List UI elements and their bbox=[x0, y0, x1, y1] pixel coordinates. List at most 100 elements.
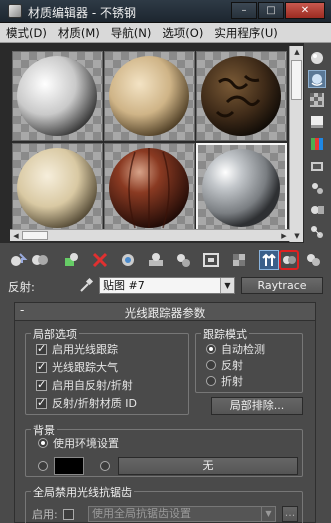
aa-settings-value: 使用全局抗锯齿设置 bbox=[92, 507, 191, 520]
auto-detect-label: 自动检测 bbox=[221, 343, 265, 356]
menu-bar: 模式(D) 材质(M) 导航(N) 选项(O) 实用程序(U) bbox=[0, 23, 331, 43]
material-slot-3[interactable] bbox=[196, 51, 287, 141]
reflection-map-row: 反射: 贴图 #7 ▼ Raytrace bbox=[0, 276, 331, 296]
background-checker-icon[interactable] bbox=[308, 91, 326, 109]
background-map-button[interactable]: 无 bbox=[118, 457, 298, 475]
antialiasing-group: 全局禁用光线抗锯齿 启用: 使用全局抗锯齿设置 ▼ ... bbox=[25, 484, 303, 523]
local-options-group: 局部选项 启用光线跟踪 光线跟踪大气 启用自反射/折射 反射/折射材质 ID bbox=[25, 326, 189, 415]
show-map-in-viewport-icon[interactable] bbox=[201, 250, 221, 270]
go-forward-to-sibling-icon[interactable] bbox=[279, 250, 299, 270]
background-color-radio[interactable] bbox=[38, 461, 48, 471]
antialiasing-title: 全局禁用光线抗锯齿 bbox=[31, 484, 134, 500]
material-slot-2[interactable] bbox=[104, 51, 195, 141]
raytrace-atmospherics-label: 光线跟踪大气 bbox=[52, 361, 118, 374]
material-id-row[interactable]: 反射/折射材质 ID bbox=[36, 396, 137, 410]
reflect-mode-row[interactable]: 反射 bbox=[206, 358, 243, 372]
menu-utilities[interactable]: 实用程序(U) bbox=[214, 25, 277, 41]
video-color-check-icon[interactable] bbox=[308, 135, 326, 153]
background-color-swatch[interactable] bbox=[54, 457, 84, 475]
slots-vertical-scrollbar[interactable]: ▲ ▼ bbox=[289, 46, 303, 242]
self-reflect-checkbox[interactable] bbox=[36, 378, 47, 391]
close-button[interactable]: ✕ bbox=[285, 2, 325, 19]
scroll-left-arrow-icon[interactable]: ◀ bbox=[10, 230, 22, 242]
refract-mode-row[interactable]: 折射 bbox=[206, 374, 243, 388]
use-environment-label: 使用环境设置 bbox=[53, 437, 119, 450]
scroll-thumb-horizontal[interactable] bbox=[22, 231, 48, 240]
restore-button[interactable]: □ bbox=[258, 2, 284, 19]
aa-settings-select[interactable]: 使用全局抗锯齿设置 ▼ bbox=[88, 506, 276, 522]
backlight-icon[interactable] bbox=[308, 70, 326, 88]
scroll-right-arrow-icon[interactable]: ▶ bbox=[278, 230, 290, 242]
slots-horizontal-scrollbar[interactable]: ◀ ▶ bbox=[10, 229, 290, 241]
menu-options[interactable]: 选项(O) bbox=[162, 25, 203, 41]
menu-material[interactable]: 材质(M) bbox=[58, 25, 100, 41]
material-slot-5[interactable] bbox=[104, 143, 195, 233]
raytrace-atmospherics-checkbox[interactable] bbox=[36, 360, 47, 373]
material-map-navigator-icon[interactable] bbox=[308, 223, 326, 241]
local-options-title: 局部选项 bbox=[31, 326, 79, 342]
material-slot-4[interactable] bbox=[12, 143, 103, 233]
background-map-radio[interactable] bbox=[100, 461, 110, 471]
eyedropper-icon[interactable] bbox=[78, 277, 94, 293]
raytracer-parameters-rollout: - 光线跟踪器参数 局部选项 启用光线跟踪 光线跟踪大气 启用自反射/折射 反射… bbox=[14, 302, 316, 523]
make-unique-icon[interactable] bbox=[118, 250, 138, 270]
scroll-down-arrow-icon[interactable]: ▼ bbox=[290, 230, 304, 242]
window-title: 材质编辑器 - 不锈钢 bbox=[28, 6, 136, 20]
rollout-title: 光线跟踪器参数 bbox=[124, 306, 206, 320]
minimize-button[interactable]: – bbox=[231, 2, 257, 19]
chevron-down-icon[interactable]: ▼ bbox=[220, 278, 234, 293]
aa-enable-label: 启用: bbox=[32, 508, 58, 521]
put-to-scene-icon[interactable] bbox=[30, 250, 50, 270]
reflect-mode-label: 反射 bbox=[221, 359, 243, 372]
material-slot-6[interactable] bbox=[196, 143, 287, 233]
enable-raytrace-row[interactable]: 启用光线跟踪 bbox=[36, 342, 118, 356]
scroll-thumb[interactable] bbox=[291, 60, 302, 100]
aa-enable-row[interactable]: 启用: bbox=[32, 507, 74, 521]
uv-tiling-icon[interactable] bbox=[308, 113, 326, 131]
material-id-label: 反射/折射材质 ID bbox=[52, 397, 137, 410]
local-exclude-button[interactable]: 局部排除... bbox=[211, 397, 303, 415]
put-to-library-icon[interactable] bbox=[146, 250, 166, 270]
select-by-material-icon[interactable] bbox=[308, 201, 326, 219]
self-reflect-row[interactable]: 启用自反射/折射 bbox=[36, 378, 133, 392]
scroll-up-arrow-icon[interactable]: ▲ bbox=[290, 46, 304, 58]
auto-detect-row[interactable]: 自动检测 bbox=[206, 342, 265, 356]
background-group: 背景 使用环境设置 无 bbox=[25, 422, 303, 477]
menu-mode[interactable]: 模式(D) bbox=[6, 25, 47, 41]
raytrace-atmospherics-row[interactable]: 光线跟踪大气 bbox=[36, 360, 118, 374]
use-environment-row[interactable]: 使用环境设置 bbox=[38, 436, 119, 450]
reflection-label: 反射: bbox=[8, 280, 35, 294]
reflect-mode-radio[interactable] bbox=[206, 360, 216, 370]
reset-map-icon[interactable] bbox=[90, 250, 110, 270]
chevron-down-icon[interactable]: ▼ bbox=[261, 507, 275, 521]
map-name-select[interactable]: 贴图 #7 ▼ bbox=[99, 277, 235, 294]
trace-mode-group: 跟踪模式 自动检测 反射 折射 bbox=[195, 326, 303, 393]
aa-more-button[interactable]: ... bbox=[282, 506, 298, 522]
self-reflect-label: 启用自反射/折射 bbox=[52, 379, 133, 392]
use-environment-radio[interactable] bbox=[38, 438, 48, 448]
material-id-channel-icon[interactable] bbox=[173, 250, 193, 270]
auto-detect-radio[interactable] bbox=[206, 344, 216, 354]
material-slot-1[interactable] bbox=[12, 51, 103, 141]
material-toolbar bbox=[0, 247, 331, 273]
refract-mode-radio[interactable] bbox=[206, 376, 216, 386]
assign-to-selection-icon[interactable] bbox=[62, 250, 82, 270]
material-id-checkbox[interactable] bbox=[36, 396, 47, 409]
menu-navigation[interactable]: 导航(N) bbox=[111, 25, 152, 41]
map-name-value: 贴图 #7 bbox=[103, 279, 145, 292]
sample-type-icon[interactable] bbox=[308, 49, 326, 67]
aa-enable-checkbox[interactable] bbox=[62, 508, 74, 520]
enable-raytrace-label: 启用光线跟踪 bbox=[52, 343, 118, 356]
map-type-button[interactable]: Raytrace bbox=[241, 277, 323, 294]
sample-slots-panel bbox=[0, 43, 304, 243]
refract-mode-label: 折射 bbox=[221, 375, 243, 388]
rollout-header[interactable]: - 光线跟踪器参数 bbox=[15, 303, 315, 321]
title-bar: 材质编辑器 - 不锈钢 – □ ✕ bbox=[0, 0, 331, 23]
enable-raytrace-checkbox[interactable] bbox=[36, 342, 47, 355]
get-material-icon[interactable] bbox=[8, 250, 28, 270]
options-icon[interactable] bbox=[308, 179, 326, 197]
go-to-parent-icon[interactable] bbox=[259, 250, 279, 270]
make-preview-icon[interactable] bbox=[308, 157, 326, 175]
show-end-result-icon[interactable] bbox=[229, 250, 249, 270]
material-navigator-icon[interactable] bbox=[303, 250, 323, 270]
